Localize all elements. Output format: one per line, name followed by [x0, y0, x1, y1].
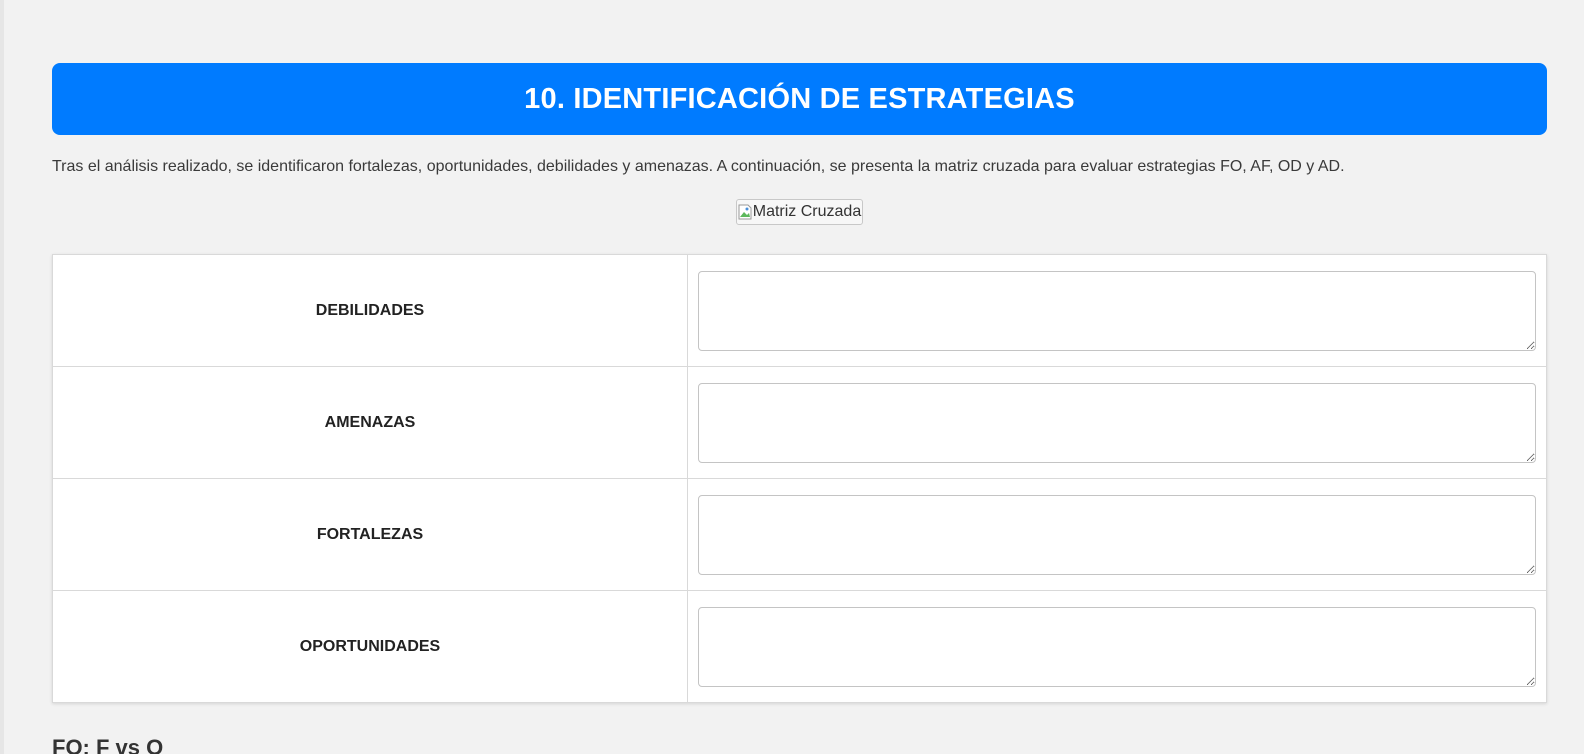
- row-label-debilidades: DEBILIDADES: [52, 254, 688, 367]
- amenazas-textarea[interactable]: [698, 382, 1536, 463]
- left-edge: [0, 0, 4, 754]
- oportunidades-textarea[interactable]: [698, 606, 1536, 687]
- table-row: FORTALEZAS: [52, 478, 1547, 591]
- section-container: 10. IDENTIFICACIÓN DE ESTRATEGIAS Tras e…: [52, 63, 1547, 703]
- matrix-image: Matriz Cruzada: [735, 199, 864, 225]
- image-wrapper: Matriz Cruzada: [52, 199, 1547, 225]
- debilidades-textarea[interactable]: [698, 270, 1536, 351]
- broken-image-icon: [738, 204, 752, 220]
- section-title: 10. IDENTIFICACIÓN DE ESTRATEGIAS: [524, 82, 1075, 115]
- page: 10. IDENTIFICACIÓN DE ESTRATEGIAS Tras e…: [0, 0, 1584, 754]
- fo-section-heading: FO: F vs O: [52, 735, 164, 754]
- input-cell: [687, 590, 1547, 703]
- section-header: 10. IDENTIFICACIÓN DE ESTRATEGIAS: [52, 63, 1547, 135]
- matrix-image-alt: Matriz Cruzada: [752, 203, 862, 220]
- input-cell: [687, 366, 1547, 479]
- table-row: DEBILIDADES: [52, 254, 1547, 367]
- row-label-amenazas: AMENAZAS: [52, 366, 688, 479]
- strategy-matrix-table: DEBILIDADES AMENAZAS FORTALEZAS OPORTUNI…: [52, 254, 1547, 703]
- fortalezas-textarea[interactable]: [698, 494, 1536, 575]
- intro-paragraph: Tras el análisis realizado, se identific…: [52, 158, 1345, 175]
- row-label-fortalezas: FORTALEZAS: [52, 478, 688, 591]
- row-label-oportunidades: OPORTUNIDADES: [52, 590, 688, 703]
- table-row: AMENAZAS: [52, 366, 1547, 479]
- input-cell: [687, 478, 1547, 591]
- input-cell: [687, 254, 1547, 367]
- table-row: OPORTUNIDADES: [52, 590, 1547, 703]
